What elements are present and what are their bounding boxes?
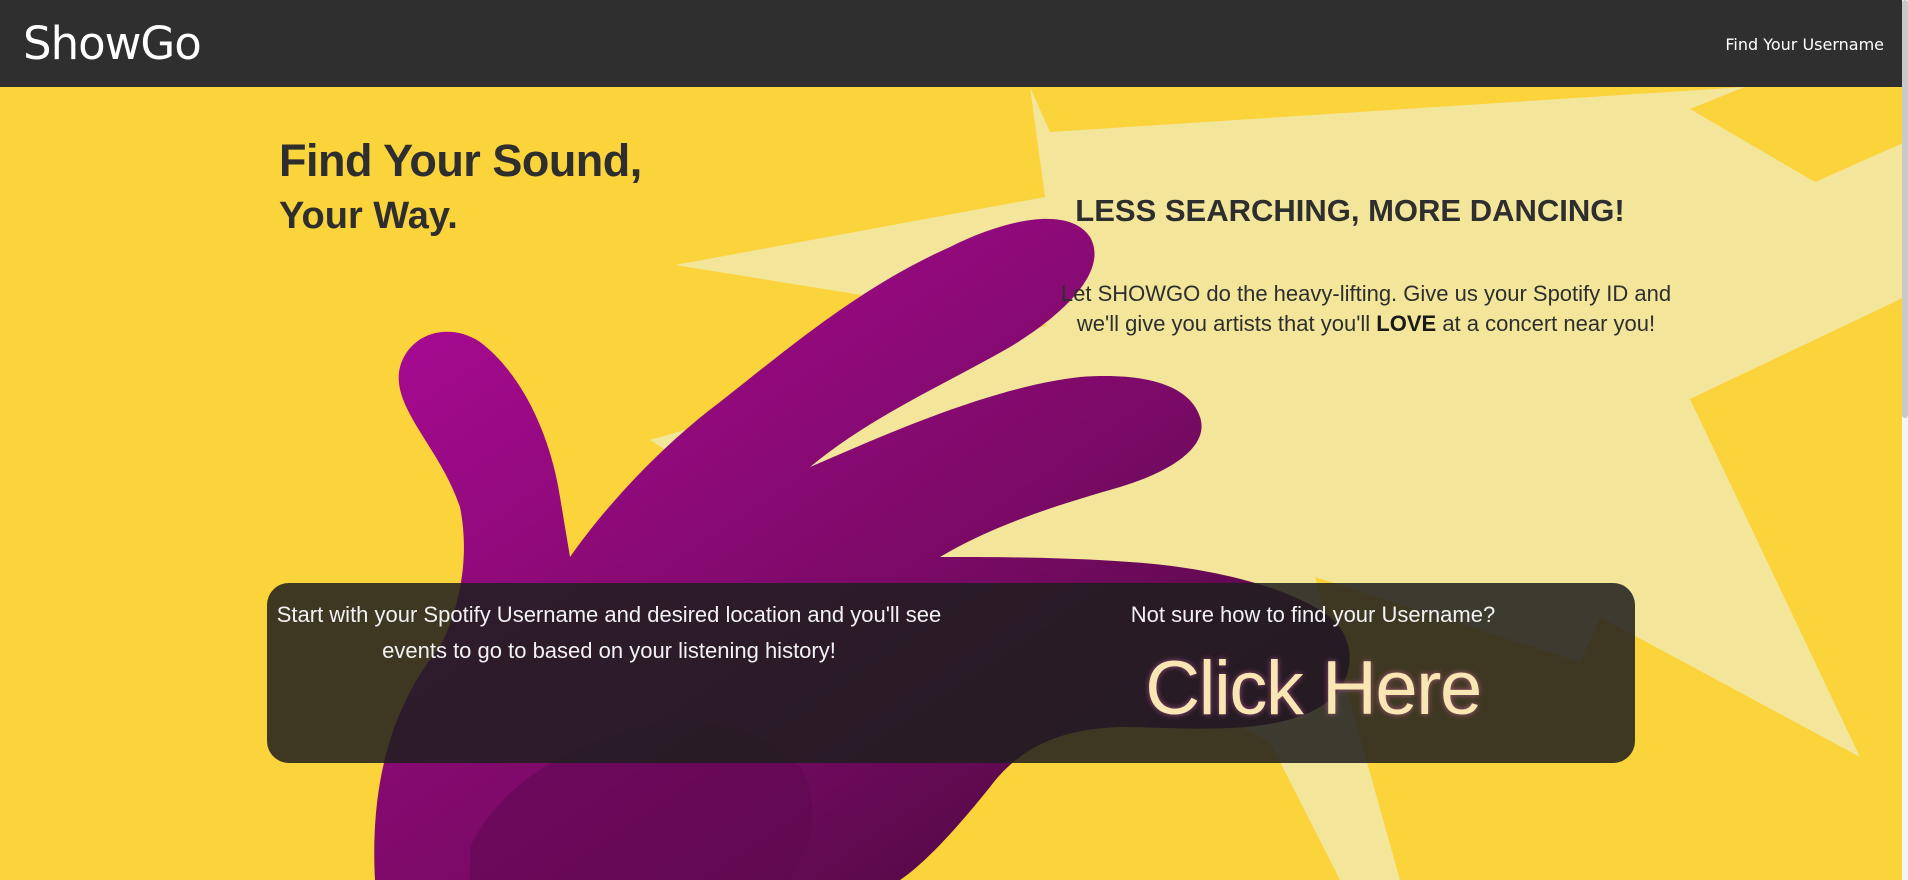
brand-logo[interactable]: ShowGo bbox=[23, 17, 202, 70]
hero-section: Find Your Sound, Your Way. LESS SEARCHIN… bbox=[0, 87, 1902, 880]
navbar: ShowGo Find Your Username bbox=[0, 0, 1902, 87]
hero-title: Find Your Sound, bbox=[279, 135, 642, 186]
description-text-end: at a concert near you! bbox=[1436, 311, 1656, 336]
cta-panel: Start with your Spotify Username and des… bbox=[267, 583, 1635, 763]
scrollbar[interactable] bbox=[1902, 0, 1908, 880]
find-username-link[interactable]: Find Your Username bbox=[1725, 35, 1884, 54]
description-emphasis: LOVE bbox=[1376, 311, 1437, 336]
click-here-button[interactable]: Click Here bbox=[1097, 645, 1529, 732]
description: Let SHOWGO do the heavy-lifting. Give us… bbox=[1060, 279, 1672, 339]
scrollbar-thumb[interactable] bbox=[1902, 0, 1908, 418]
hero-subtitle: Your Way. bbox=[279, 195, 458, 237]
cta-question: Not sure how to find your Username? bbox=[1130, 602, 1496, 627]
cta-instructions: Start with your Spotify Username and des… bbox=[276, 602, 942, 663]
tagline: LESS SEARCHING, MORE DANCING! bbox=[1075, 193, 1625, 228]
